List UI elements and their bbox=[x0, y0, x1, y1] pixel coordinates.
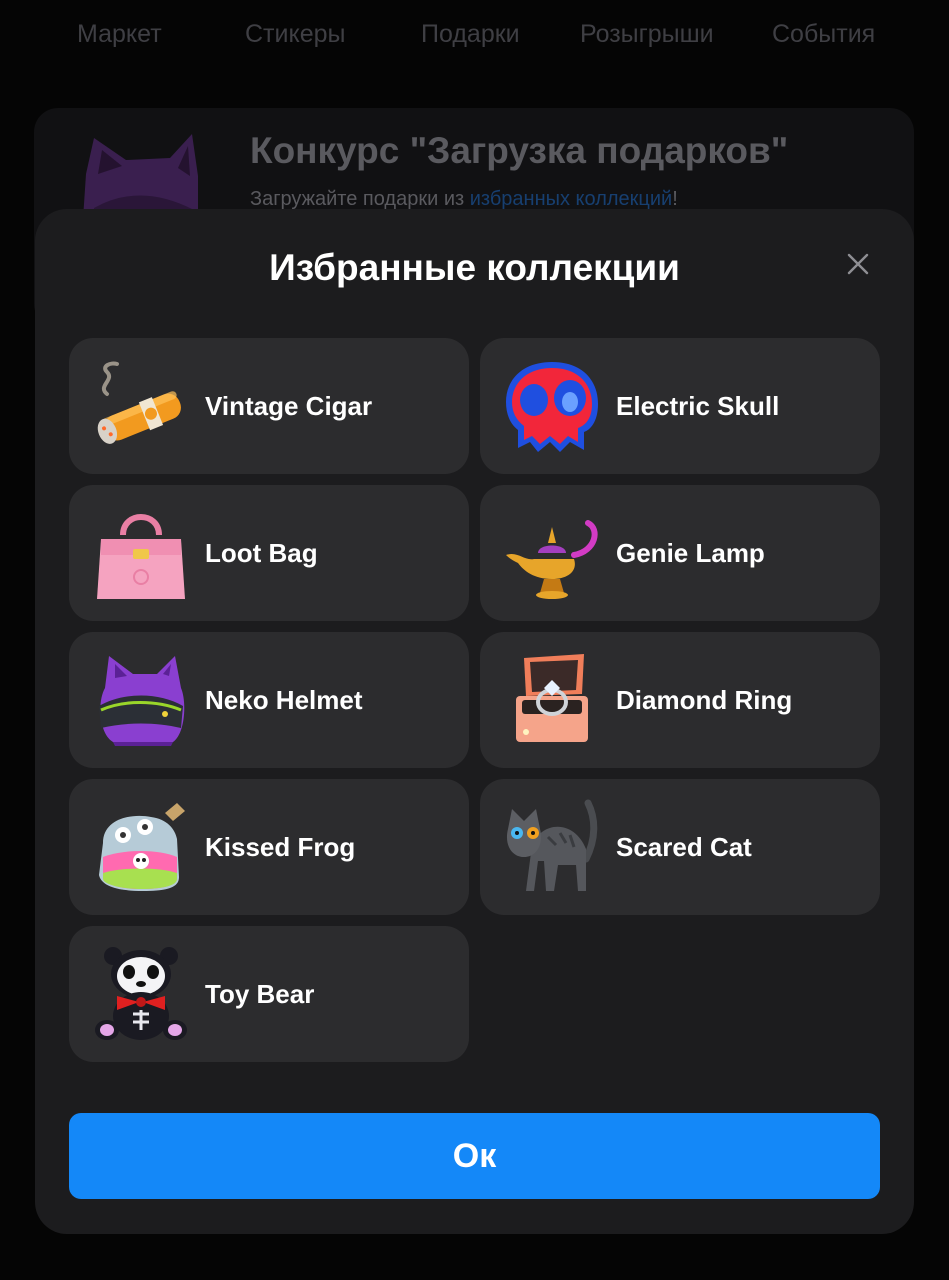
collection-item-diamond-ring[interactable]: Diamond Ring bbox=[480, 632, 880, 768]
contest-subtitle-end: ! bbox=[672, 188, 678, 210]
close-icon[interactable] bbox=[841, 247, 875, 281]
nav-tab-market[interactable]: Маркет bbox=[77, 20, 162, 49]
collection-label: Diamond Ring bbox=[616, 685, 793, 715]
collection-item-kissed-frog[interactable]: Kissed Frog bbox=[69, 779, 469, 915]
modal-title: Избранные коллекции bbox=[269, 247, 680, 288]
featured-collections-link[interactable]: избранных коллекций bbox=[470, 188, 673, 210]
collection-label: Scared Cat bbox=[616, 832, 752, 862]
collection-item-scared-cat[interactable]: Scared Cat bbox=[480, 779, 880, 915]
collection-label: Loot Bag bbox=[205, 538, 318, 568]
nav-tab-gifts[interactable]: Подарки bbox=[421, 20, 520, 49]
nav-tab-giveaways[interactable]: Розыгрыши bbox=[580, 20, 714, 49]
collection-label: Neko Helmet bbox=[205, 685, 363, 715]
helmet-icon bbox=[99, 656, 185, 746]
cat-icon bbox=[506, 799, 598, 891]
collection-label: Vintage Cigar bbox=[205, 391, 373, 421]
bag-icon bbox=[97, 514, 185, 599]
ok-button[interactable]: Ок bbox=[69, 1113, 880, 1199]
contest-title: Конкурс "Загрузка подарков" bbox=[250, 130, 789, 171]
collection-label: Kissed Frog bbox=[205, 832, 356, 862]
nav-tab-stickers[interactable]: Стикеры bbox=[245, 20, 345, 49]
contest-subtitle: Загружайте подарки из избранных коллекци… bbox=[250, 188, 678, 211]
collection-item-neko-helmet[interactable]: Neko Helmet bbox=[69, 632, 469, 768]
collection-item-vintage-cigar[interactable]: Vintage Cigar bbox=[69, 338, 469, 474]
top-navigation: Маркет Стикеры Подарки Розыгрыши События bbox=[0, 0, 949, 74]
bear-icon bbox=[95, 947, 187, 1040]
collection-label: Electric Skull bbox=[616, 391, 780, 421]
collection-label: Genie Lamp bbox=[616, 538, 765, 568]
collection-item-genie-lamp[interactable]: Genie Lamp bbox=[480, 485, 880, 621]
lamp-icon bbox=[506, 520, 598, 599]
cigar-icon bbox=[97, 361, 181, 444]
contest-subtitle-text: Загружайте подарки из bbox=[250, 188, 470, 210]
featured-collections-modal: Избранные коллекции Vintage Cigar Electr… bbox=[35, 209, 914, 1234]
nav-tab-events[interactable]: События bbox=[772, 20, 875, 49]
skull-icon bbox=[506, 362, 598, 452]
collection-item-electric-skull[interactable]: Electric Skull bbox=[480, 338, 880, 474]
potion-icon bbox=[99, 803, 185, 891]
collection-item-toy-bear[interactable]: Toy Bear bbox=[69, 926, 469, 1062]
collection-label: Toy Bear bbox=[205, 979, 315, 1009]
collection-item-loot-bag[interactable]: Loot Bag bbox=[69, 485, 469, 621]
collections-grid: Vintage Cigar Electric Skull Loot Bag Ge… bbox=[69, 338, 880, 1062]
ring-icon bbox=[516, 654, 588, 742]
